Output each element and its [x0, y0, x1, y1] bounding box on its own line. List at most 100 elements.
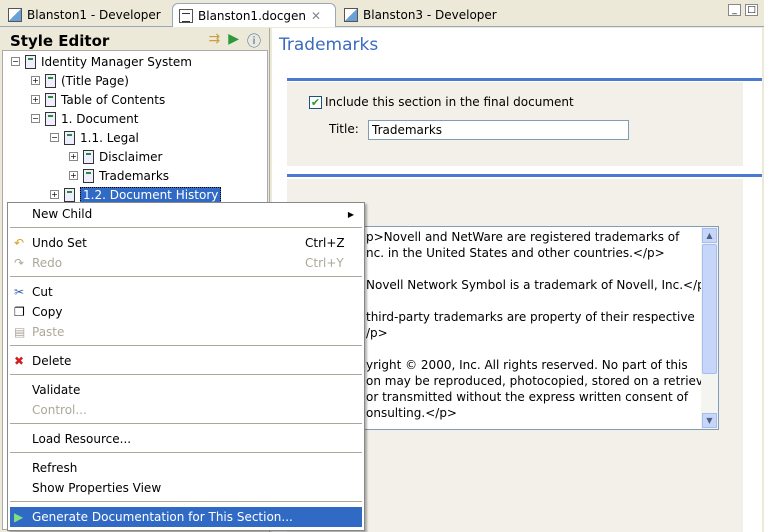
- title-label: Title:: [329, 122, 359, 136]
- tree-node[interactable]: − Identity Manager System: [11, 52, 192, 71]
- tree-label: 1.2. Document History: [80, 186, 222, 203]
- menu-item-load-resource[interactable]: Load Resource...: [10, 429, 362, 449]
- include-checkbox[interactable]: ✔ Include this section in the final docum…: [309, 95, 574, 109]
- text-line: onsulting.</p>: [366, 406, 457, 420]
- scroll-up-icon[interactable]: ▲: [702, 228, 717, 243]
- tree-label: Identity Manager System: [41, 54, 192, 69]
- text-line: or transmitted without the express writt…: [366, 390, 689, 404]
- menu-item-generate-documentation[interactable]: ▶ Generate Documentation for This Section…: [10, 507, 362, 527]
- tree-label: (Title Page): [61, 73, 129, 88]
- include-label: Include this section in the final docume…: [325, 95, 574, 109]
- collapse-icon[interactable]: −: [11, 57, 20, 66]
- title-input[interactable]: [368, 120, 629, 140]
- document-icon: [25, 54, 36, 69]
- section-icon: [45, 111, 56, 126]
- menu-item-new-child[interactable]: New Child ▶: [10, 204, 362, 224]
- section-icon: [64, 130, 75, 145]
- developer-icon: [344, 8, 358, 22]
- menu-item-control: Control...: [10, 400, 362, 420]
- menu-label: Control...: [32, 403, 87, 417]
- separator: [10, 423, 362, 424]
- section-icon: [45, 73, 56, 88]
- expand-icon[interactable]: +: [50, 190, 59, 199]
- menu-label: Paste: [32, 325, 65, 339]
- menu-label: Undo Set: [32, 236, 87, 250]
- panel-title: Style Editor: [10, 32, 110, 50]
- menu-item-refresh[interactable]: Refresh: [10, 458, 362, 478]
- undo-icon: ↶: [14, 236, 25, 250]
- tab-label: Blanston1.docgen: [198, 8, 307, 23]
- vertical-scrollbar[interactable]: ▲ ▼: [701, 227, 718, 429]
- scroll-thumb[interactable]: [702, 244, 717, 374]
- menu-label: Validate: [32, 383, 81, 397]
- text-line: Novell Network Symbol is a trademark of …: [366, 278, 715, 292]
- scissors-icon: ✂: [14, 285, 25, 299]
- scroll-down-icon[interactable]: ▼: [702, 413, 717, 428]
- tree-node[interactable]: + (Title Page): [31, 71, 129, 90]
- menu-item-cut[interactable]: ✂ Cut: [10, 282, 362, 302]
- menu-item-paste: ▤ Paste: [10, 322, 362, 342]
- tab-blanston1-docgen[interactable]: Blanston1.docgen ✕: [172, 3, 336, 27]
- text-line: on may be reproduced, photocopied, store…: [366, 374, 714, 388]
- tree-label: 1. Document: [61, 111, 139, 126]
- separator: [10, 501, 362, 502]
- checkbox-icon[interactable]: ✔: [309, 95, 322, 109]
- context-menu: New Child ▶ ↶ Undo Set Ctrl+Z ↷ Redo Ctrl+Y ✂…: [7, 202, 365, 531]
- menu-item-validate[interactable]: Validate: [10, 380, 362, 400]
- menu-item-delete[interactable]: ✖ Delete: [10, 351, 362, 371]
- minimize-button[interactable]: _: [728, 4, 741, 16]
- section-icon: [83, 149, 94, 164]
- menu-label: Refresh: [32, 461, 78, 475]
- text-line: third-party trademarks are property of t…: [366, 310, 695, 324]
- paste-icon: ▤: [14, 325, 26, 339]
- section-icon: [64, 187, 75, 202]
- menu-label: Load Resource...: [32, 432, 132, 446]
- text-line: /p>: [366, 326, 388, 340]
- menu-label: Show Properties View: [32, 481, 162, 495]
- expand-icon[interactable]: +: [31, 95, 40, 104]
- menu-label: Cut: [32, 285, 53, 299]
- help-icon[interactable]: ⓘ: [247, 31, 261, 51]
- run-icon[interactable]: ▶: [228, 31, 239, 51]
- tree-node[interactable]: + Table of Contents: [31, 90, 165, 109]
- tree-label: Disclaimer: [99, 149, 163, 164]
- separator: [10, 276, 362, 277]
- collapse-icon[interactable]: −: [31, 114, 40, 123]
- tree-node[interactable]: − 1.1. Legal: [50, 128, 139, 147]
- tab-blanston1-developer[interactable]: Blanston1 - Developer: [2, 3, 167, 27]
- tree-node[interactable]: − 1. Document: [31, 109, 138, 128]
- text-line: p>Novell and NetWare are registered trad…: [366, 230, 680, 244]
- tree-node[interactable]: + Disclaimer: [69, 147, 162, 166]
- menu-item-show-properties[interactable]: Show Properties View: [10, 478, 362, 498]
- menu-item-undo[interactable]: ↶ Undo Set Ctrl+Z: [10, 233, 362, 253]
- editor-tabs: Blanston1 - Developer Blanston1.docgen ✕ …: [0, 0, 764, 27]
- tree-label: Trademarks: [99, 168, 170, 183]
- developer-icon: [8, 8, 22, 22]
- tab-blanston3-developer[interactable]: Blanston3 - Developer: [338, 3, 503, 27]
- section-icon: [45, 92, 56, 107]
- sync-icon[interactable]: ⇉: [208, 31, 220, 51]
- tree-node[interactable]: + Trademarks: [69, 166, 169, 185]
- separator: [10, 452, 362, 453]
- copy-icon: ❐: [14, 305, 25, 319]
- generate-icon: ▶: [14, 510, 24, 524]
- expand-icon[interactable]: +: [69, 152, 78, 161]
- text-line: yright © 2000, Inc. All rights reserved.…: [366, 358, 688, 372]
- submenu-arrow-icon: ▶: [347, 209, 354, 219]
- tree-label: 1.1. Legal: [80, 130, 139, 145]
- menu-label: Generate Documentation for This Section.…: [32, 510, 293, 524]
- divider: [287, 78, 762, 81]
- document-icon: [179, 8, 193, 23]
- shortcut: Ctrl+Z: [305, 236, 345, 250]
- expand-icon[interactable]: +: [31, 76, 40, 85]
- menu-item-copy[interactable]: ❐ Copy: [10, 302, 362, 322]
- maximize-button[interactable]: □: [745, 4, 758, 16]
- section-title: Trademarks: [279, 35, 379, 55]
- content-textarea[interactable]: p>Novell and NetWare are registered trad…: [362, 226, 719, 430]
- collapse-icon[interactable]: −: [50, 133, 59, 142]
- expand-icon[interactable]: +: [69, 171, 78, 180]
- close-icon[interactable]: ✕: [311, 9, 321, 23]
- divider: [287, 174, 762, 177]
- redo-icon: ↷: [14, 256, 25, 270]
- tab-label: Blanston3 - Developer: [363, 8, 497, 22]
